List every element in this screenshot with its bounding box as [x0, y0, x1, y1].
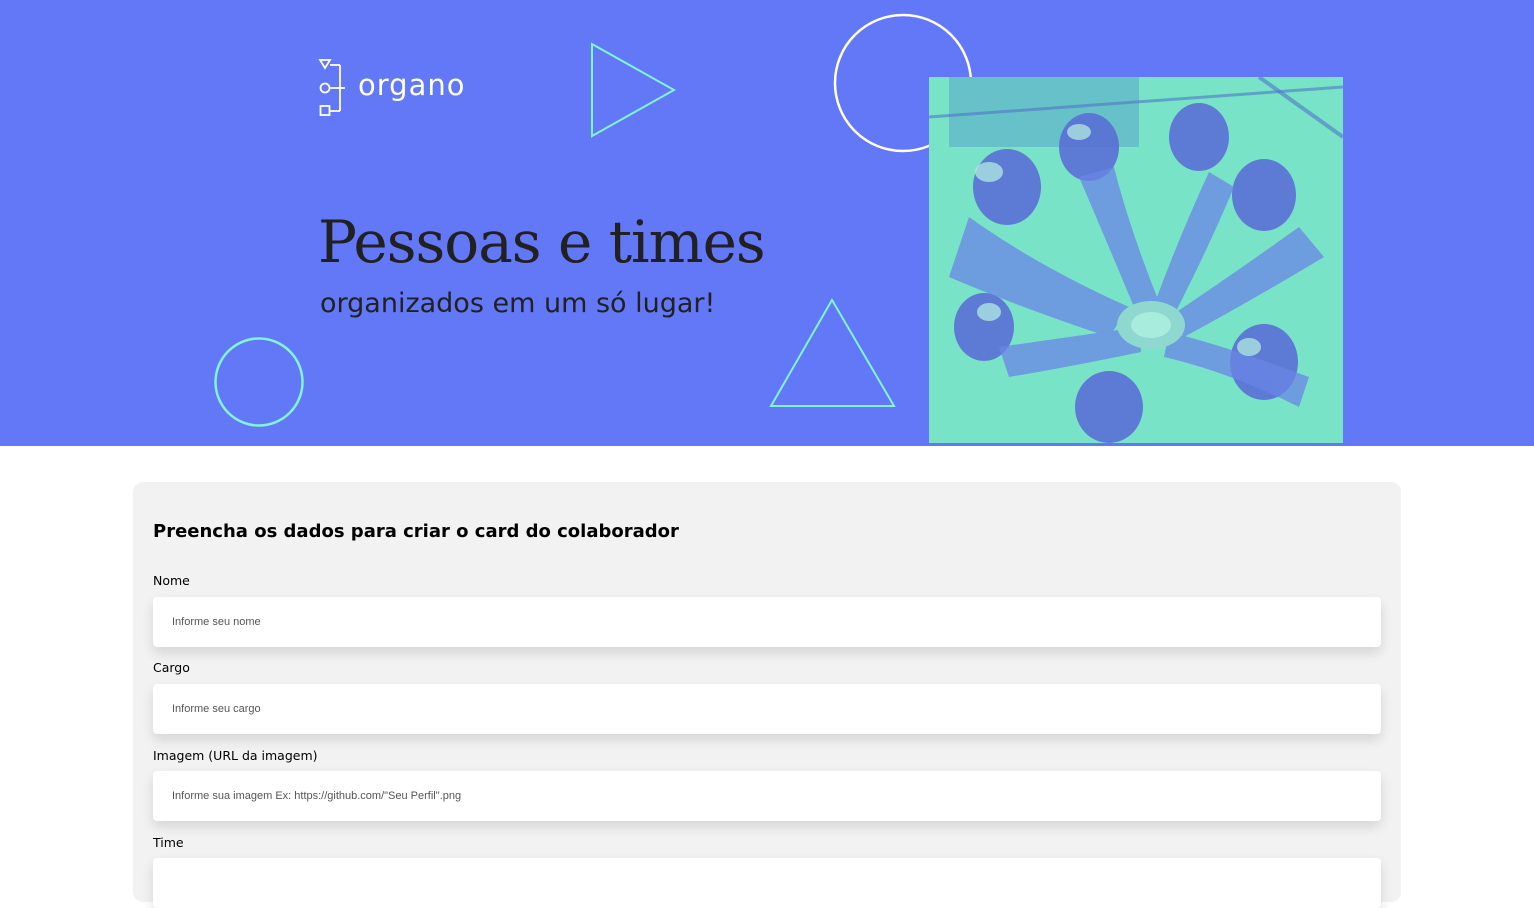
hero-headline: Pessoas e times: [318, 208, 766, 276]
imagem-url-input[interactable]: [153, 771, 1381, 821]
field-label-imagem: Imagem (URL da imagem): [153, 748, 318, 763]
banner: organo Pessoas e times organizados em um…: [0, 0, 1534, 446]
form-title: Preencha os dados para criar o card do c…: [153, 521, 679, 542]
triangle-up-outline-icon: [769, 298, 896, 407]
collaborator-form: Preencha os dados para criar o card do c…: [133, 482, 1401, 908]
time-select[interactable]: [153, 858, 1381, 908]
logo-text: organo: [358, 68, 466, 102]
circle-outline-small-icon: [214, 337, 304, 427]
team-hands-together-photo: [929, 77, 1343, 443]
org-chart-icon: [318, 59, 345, 116]
nome-input[interactable]: [153, 597, 1381, 647]
field-label-cargo: Cargo: [153, 660, 190, 675]
triangle-right-outline-icon: [591, 42, 677, 138]
field-label-nome: Nome: [153, 573, 190, 588]
field-label-time: Time: [153, 835, 184, 850]
logo[interactable]: organo: [318, 58, 465, 118]
cargo-input[interactable]: [153, 684, 1381, 734]
hero-subheadline: organizados em um só lugar!: [320, 288, 716, 319]
